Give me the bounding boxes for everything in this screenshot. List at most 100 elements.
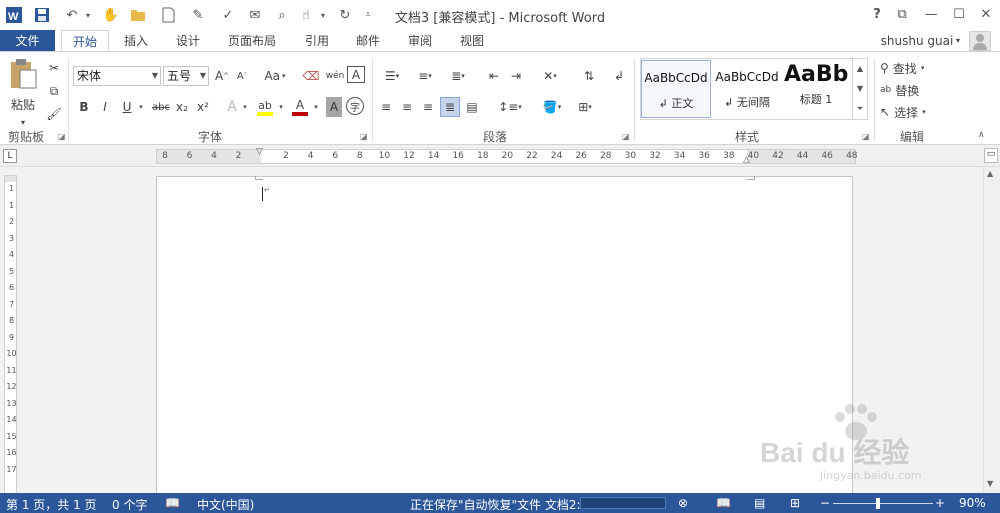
cancel-save-icon[interactable]: ⊗ [678,496,688,510]
ruler-number: 1 [8,200,15,210]
clipboard-icon[interactable] [8,58,38,92]
align-center-icon[interactable]: ≡ [398,97,416,117]
select-button[interactable]: ↖ 选择 ▾ [880,102,942,122]
clipboard-launcher-icon[interactable]: ◪ [58,132,66,141]
highlight-button[interactable]: ab [256,97,274,117]
underline-button[interactable]: U [119,97,135,117]
shrink-font-button[interactable]: Aˇ [233,66,251,86]
print-layout-icon[interactable]: ▤ [754,496,765,510]
font-size-combo[interactable]: 五号 ▼ [163,66,209,86]
style-no-spacing[interactable]: AaBbCcDd ↲ 无间隔 [712,60,782,118]
zoom-slider-thumb[interactable] [876,498,880,509]
replace-button[interactable]: ab 替换 [880,80,942,100]
ruler-number: 15 [6,431,17,441]
window-title: 文档3 [兼容模式] - Microsoft Word [394,11,606,26]
minimize-button[interactable]: — [920,4,942,24]
tab-mailings[interactable]: 邮件 [346,30,390,52]
tab-references[interactable]: 引用 [295,30,339,52]
right-indent-marker[interactable]: △ [743,155,750,165]
font-launcher-icon[interactable]: ◪ [360,132,368,141]
user-dropdown-icon[interactable]: ▾ [953,30,963,52]
paragraph-launcher-icon[interactable]: ◪ [622,132,630,141]
copy-icon[interactable]: ⧉ [44,81,64,101]
styles-scroll[interactable]: ▲ ▼ ⏷ [852,59,867,119]
shading-button[interactable]: 🪣 ▾ [537,97,567,117]
text-effects-dropdown-icon[interactable]: ▾ [240,97,250,117]
vertical-scrollbar[interactable]: ▲ ▼ [983,167,1000,493]
scroll-down-icon[interactable]: ▼ [987,479,993,488]
tab-file[interactable]: 文件 [0,30,55,52]
paste-button[interactable]: 粘贴 [6,94,40,114]
clear-format-icon[interactable]: ⌫ [302,66,320,86]
first-line-indent-marker[interactable]: ▽ [256,147,263,157]
bullets-button[interactable]: ☰ ▾ [378,66,406,86]
borders-button[interactable]: ⊞ ▾ [570,97,600,117]
decrease-indent-icon[interactable]: ⇤ [484,66,504,86]
italic-button[interactable]: I [97,97,113,117]
style-normal[interactable]: AaBbCcDd ↲ 正文 [641,60,711,118]
format-painter-icon[interactable]: 🖌 [44,104,64,124]
numbering-button[interactable]: ≡ ▾ [411,66,439,86]
char-border-button[interactable]: A [347,66,365,83]
styles-launcher-icon[interactable]: ◪ [862,132,870,141]
pinyin-guide-button[interactable]: wén [325,66,345,86]
tab-stop-selector[interactable]: L [3,149,17,163]
user-name[interactable]: shushu guai [880,30,954,52]
page-count[interactable]: 第 1 页，共 1 页 [6,496,97,513]
zoom-in-button[interactable]: + [935,496,945,510]
ribbon-display-options-icon[interactable]: ⧉ [891,4,913,24]
zoom-slider-track[interactable] [833,503,933,504]
style-heading-1[interactable]: AaBb 标题 1 [784,60,848,118]
align-right-icon[interactable]: ≡ [419,97,437,117]
find-button[interactable]: ⚲ 查找 ▾ [880,58,942,78]
tab-insert[interactable]: 插入 [114,30,158,52]
scroll-up-icon[interactable]: ▲ [987,169,993,178]
language-indicator[interactable]: 中文(中国) [197,496,254,513]
cut-icon[interactable]: ✂ [44,58,64,78]
bold-button[interactable]: B [76,97,92,117]
view-ruler-toggle[interactable]: ▭ [984,148,998,163]
char-shading-button[interactable]: A [326,97,342,117]
tab-home[interactable]: 开始 [61,30,109,52]
multilevel-list-button[interactable]: ≣ ▾ [444,66,472,86]
zoom-level[interactable]: 90% [959,496,986,510]
maximize-button[interactable]: ☐ [948,4,970,24]
line-spacing-button[interactable]: ↕≡ ▾ [495,97,525,117]
text-effects-button[interactable]: A [224,97,240,117]
tab-view[interactable]: 视图 [450,30,494,52]
superscript-button[interactable]: x² [195,97,211,117]
font-name-combo[interactable]: 宋体 ▼ [73,66,161,86]
change-case-button[interactable]: Aa ▾ [260,66,290,86]
highlight-dropdown-icon[interactable]: ▾ [276,97,286,117]
zoom-out-button[interactable]: − [820,496,830,510]
justify-icon[interactable]: ≣ [440,97,460,117]
proofing-icon[interactable]: 📖 [165,496,180,510]
enclose-char-button[interactable]: 字 [346,97,364,115]
distributed-icon[interactable]: ▤ [463,97,481,117]
word-count[interactable]: 0 个字 [112,496,147,513]
subscript-button[interactable]: x₂ [174,97,190,117]
font-color-dropdown-icon[interactable]: ▾ [311,97,321,117]
grow-font-button[interactable]: A ^ [213,66,231,86]
ruler-number: 38 [723,151,735,161]
vertical-ruler[interactable]: 1 1 2 3 4 5 6 7 8 9 10 11 12 13 14 15 16 17 [4,175,17,493]
avatar[interactable] [969,31,991,51]
help-button[interactable]: ? [866,4,888,24]
sort-icon[interactable]: ⇅ [579,66,599,86]
tab-review[interactable]: 审阅 [398,30,442,52]
collapse-ribbon-icon[interactable]: ∧ [978,130,985,140]
document-page[interactable]: ↵ [156,176,853,493]
align-left-icon[interactable]: ≡ [377,97,395,117]
font-color-button[interactable]: A [291,97,309,117]
close-button[interactable]: ✕ [975,4,997,24]
chinese-layout-button[interactable]: ✕ ▾ [536,66,564,86]
increase-indent-icon[interactable]: ⇥ [506,66,526,86]
show-marks-icon[interactable]: ↲ [610,66,628,86]
underline-dropdown-icon[interactable]: ▾ [136,97,146,117]
tab-page-layout[interactable]: 页面布局 [220,30,284,52]
strikethrough-button[interactable]: abc [150,97,172,117]
ruler-number: 14 [6,415,17,424]
read-mode-icon[interactable]: 📖 [716,496,731,510]
web-layout-icon[interactable]: ⊞ [790,496,800,510]
tab-design[interactable]: 设计 [166,30,210,52]
